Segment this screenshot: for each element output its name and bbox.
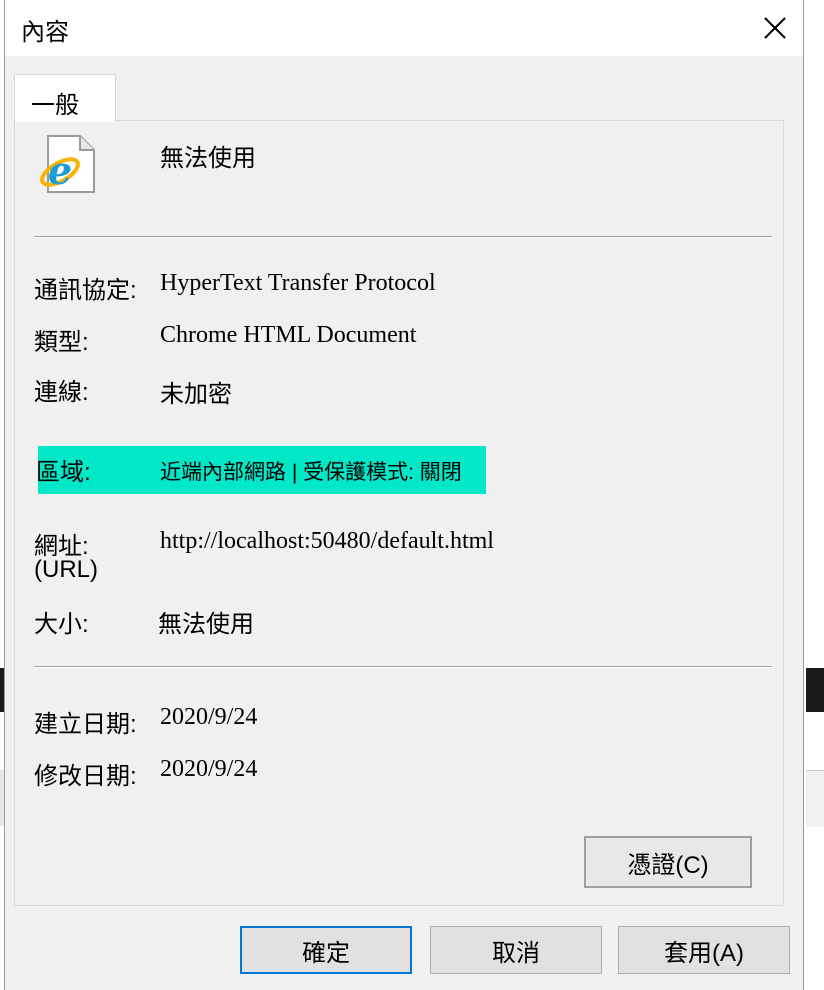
background-app-strip bbox=[806, 770, 824, 827]
size-label: 大小: bbox=[34, 611, 89, 638]
certificates-button-label: 憑證(C) bbox=[627, 851, 709, 879]
ok-button[interactable]: 確定 bbox=[240, 926, 412, 974]
separator bbox=[34, 666, 772, 668]
background-app-strip bbox=[806, 668, 824, 712]
size-value: 無法使用 bbox=[158, 611, 254, 638]
connection-value: 未加密 bbox=[160, 381, 232, 408]
ok-button-label: 確定 bbox=[302, 939, 350, 967]
certificates-button[interactable]: 憑證(C) bbox=[584, 836, 752, 888]
svg-text:e: e bbox=[48, 148, 72, 193]
separator bbox=[34, 236, 772, 238]
close-icon bbox=[764, 17, 786, 39]
apply-button[interactable]: 套用(A) bbox=[618, 926, 790, 974]
internet-explorer-file-icon: e bbox=[40, 135, 95, 193]
tab-general[interactable]: 一般 bbox=[14, 74, 116, 122]
cancel-button[interactable]: 取消 bbox=[430, 926, 602, 974]
protocol-value: HyperText Transfer Protocol bbox=[160, 270, 436, 296]
created-label: 建立日期: bbox=[34, 711, 137, 738]
dialog-title: 內容 bbox=[21, 19, 69, 46]
address-value: http://localhost:50480/default.html bbox=[160, 528, 494, 554]
file-name: 無法使用 bbox=[160, 145, 256, 172]
type-value: Chrome HTML Document bbox=[160, 322, 417, 348]
modified-label: 修改日期: bbox=[34, 763, 137, 790]
connection-label: 連線: bbox=[34, 379, 89, 406]
tab-general-label: 一般 bbox=[31, 92, 79, 119]
protocol-label: 通訊協定: bbox=[34, 277, 137, 304]
apply-button-label: 套用(A) bbox=[664, 939, 744, 967]
created-value: 2020/9/24 bbox=[160, 704, 258, 730]
title-bar: 內容 bbox=[5, 0, 803, 56]
address-label-url: (URL) bbox=[34, 556, 98, 583]
zone-label: 區域: bbox=[36, 459, 91, 486]
cancel-button-label: 取消 bbox=[492, 939, 540, 967]
modified-value: 2020/9/24 bbox=[160, 756, 258, 782]
close-button[interactable] bbox=[747, 0, 803, 56]
type-label: 類型: bbox=[34, 329, 89, 356]
zone-value: 近端內部網路 | 受保護模式: 關閉 bbox=[160, 461, 462, 484]
